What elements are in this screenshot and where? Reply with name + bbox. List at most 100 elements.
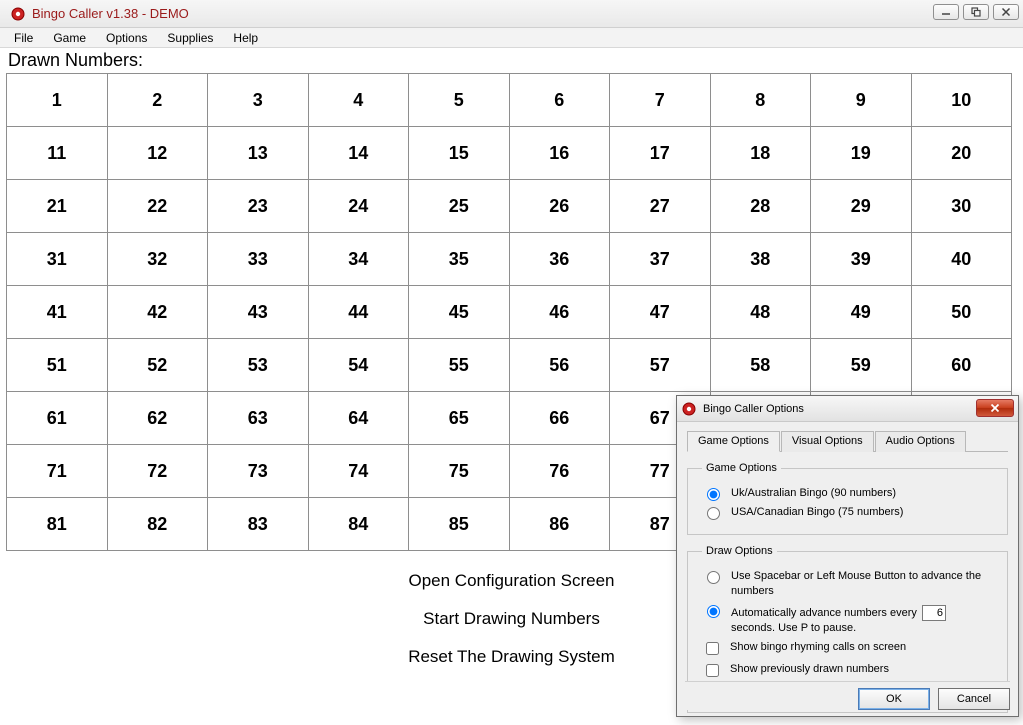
bingo-cell[interactable]: 36	[509, 233, 610, 286]
bingo-cell[interactable]: 19	[811, 127, 912, 180]
bingo-cell[interactable]: 64	[308, 392, 409, 445]
bingo-cell[interactable]: 71	[7, 445, 108, 498]
radio-us-bingo[interactable]	[707, 507, 720, 520]
bingo-cell[interactable]: 11	[7, 127, 108, 180]
radio-auto-advance[interactable]	[707, 605, 720, 618]
menu-supplies[interactable]: Supplies	[157, 29, 223, 47]
bingo-cell[interactable]: 34	[308, 233, 409, 286]
bingo-cell[interactable]: 58	[710, 339, 811, 392]
bingo-cell[interactable]: 40	[911, 233, 1012, 286]
radio-auto-advance-label[interactable]: Automatically advance numbers every seco…	[731, 603, 948, 636]
bingo-cell[interactable]: 47	[610, 286, 711, 339]
check-show-previous[interactable]	[706, 664, 719, 677]
bingo-cell[interactable]: 45	[409, 286, 510, 339]
bingo-cell[interactable]: 35	[409, 233, 510, 286]
bingo-cell[interactable]: 56	[509, 339, 610, 392]
bingo-cell[interactable]: 60	[911, 339, 1012, 392]
bingo-cell[interactable]: 23	[208, 180, 309, 233]
bingo-cell[interactable]: 4	[308, 74, 409, 127]
bingo-cell[interactable]: 75	[409, 445, 510, 498]
bingo-cell[interactable]: 10	[911, 74, 1012, 127]
bingo-cell[interactable]: 7	[610, 74, 711, 127]
bingo-cell[interactable]: 63	[208, 392, 309, 445]
bingo-cell[interactable]: 38	[710, 233, 811, 286]
radio-uk-bingo-label[interactable]: Uk/Australian Bingo (90 numbers)	[731, 486, 896, 501]
bingo-cell[interactable]: 31	[7, 233, 108, 286]
bingo-cell[interactable]: 52	[107, 339, 208, 392]
bingo-cell[interactable]: 33	[208, 233, 309, 286]
radio-spacebar-advance[interactable]	[707, 571, 720, 584]
bingo-cell[interactable]: 43	[208, 286, 309, 339]
bingo-cell[interactable]: 18	[710, 127, 811, 180]
bingo-cell[interactable]: 1	[7, 74, 108, 127]
bingo-cell[interactable]: 17	[610, 127, 711, 180]
tab-audio-options[interactable]: Audio Options	[875, 431, 966, 452]
bingo-cell[interactable]: 30	[911, 180, 1012, 233]
bingo-cell[interactable]: 46	[509, 286, 610, 339]
bingo-cell[interactable]: 55	[409, 339, 510, 392]
bingo-cell[interactable]: 24	[308, 180, 409, 233]
bingo-cell[interactable]: 21	[7, 180, 108, 233]
bingo-cell[interactable]: 8	[710, 74, 811, 127]
bingo-cell[interactable]: 72	[107, 445, 208, 498]
cancel-button[interactable]: Cancel	[938, 688, 1010, 710]
bingo-cell[interactable]: 27	[610, 180, 711, 233]
bingo-cell[interactable]: 62	[107, 392, 208, 445]
bingo-cell[interactable]: 83	[208, 498, 309, 551]
bingo-cell[interactable]: 14	[308, 127, 409, 180]
bingo-cell[interactable]: 81	[7, 498, 108, 551]
check-show-previous-label[interactable]: Show previously drawn numbers	[730, 662, 889, 677]
bingo-cell[interactable]: 20	[911, 127, 1012, 180]
bingo-cell[interactable]: 66	[509, 392, 610, 445]
bingo-cell[interactable]: 15	[409, 127, 510, 180]
bingo-cell[interactable]: 76	[509, 445, 610, 498]
bingo-cell[interactable]: 16	[509, 127, 610, 180]
bingo-cell[interactable]: 50	[911, 286, 1012, 339]
bingo-cell[interactable]: 41	[7, 286, 108, 339]
bingo-cell[interactable]: 37	[610, 233, 711, 286]
bingo-cell[interactable]: 82	[107, 498, 208, 551]
radio-spacebar-advance-label[interactable]: Use Spacebar or Left Mouse Button to adv…	[731, 569, 997, 599]
bingo-cell[interactable]: 3	[208, 74, 309, 127]
bingo-cell[interactable]: 51	[7, 339, 108, 392]
bingo-cell[interactable]: 65	[409, 392, 510, 445]
check-show-rhyming[interactable]	[706, 642, 719, 655]
bingo-cell[interactable]: 59	[811, 339, 912, 392]
ok-button[interactable]: OK	[858, 688, 930, 710]
tab-game-options[interactable]: Game Options	[687, 431, 780, 452]
bingo-cell[interactable]: 9	[811, 74, 912, 127]
bingo-cell[interactable]: 61	[7, 392, 108, 445]
menu-game[interactable]: Game	[43, 29, 96, 47]
bingo-cell[interactable]: 73	[208, 445, 309, 498]
bingo-cell[interactable]: 74	[308, 445, 409, 498]
bingo-cell[interactable]: 39	[811, 233, 912, 286]
bingo-cell[interactable]: 13	[208, 127, 309, 180]
bingo-cell[interactable]: 85	[409, 498, 510, 551]
check-show-rhyming-label[interactable]: Show bingo rhyming calls on screen	[730, 640, 906, 655]
bingo-cell[interactable]: 53	[208, 339, 309, 392]
bingo-cell[interactable]: 2	[107, 74, 208, 127]
menu-options[interactable]: Options	[96, 29, 157, 47]
tab-visual-options[interactable]: Visual Options	[781, 431, 874, 452]
bingo-cell[interactable]: 57	[610, 339, 711, 392]
bingo-cell[interactable]: 54	[308, 339, 409, 392]
radio-uk-bingo[interactable]	[707, 488, 720, 501]
bingo-cell[interactable]: 49	[811, 286, 912, 339]
maximize-button[interactable]	[963, 4, 989, 20]
bingo-cell[interactable]: 48	[710, 286, 811, 339]
bingo-cell[interactable]: 22	[107, 180, 208, 233]
bingo-cell[interactable]: 25	[409, 180, 510, 233]
minimize-button[interactable]	[933, 4, 959, 20]
close-button[interactable]	[993, 4, 1019, 20]
bingo-cell[interactable]: 12	[107, 127, 208, 180]
menu-file[interactable]: File	[4, 29, 43, 47]
bingo-cell[interactable]: 29	[811, 180, 912, 233]
bingo-cell[interactable]: 28	[710, 180, 811, 233]
bingo-cell[interactable]: 84	[308, 498, 409, 551]
bingo-cell[interactable]: 42	[107, 286, 208, 339]
bingo-cell[interactable]: 6	[509, 74, 610, 127]
bingo-cell[interactable]: 26	[509, 180, 610, 233]
bingo-cell[interactable]: 32	[107, 233, 208, 286]
menu-help[interactable]: Help	[223, 29, 268, 47]
bingo-cell[interactable]: 44	[308, 286, 409, 339]
